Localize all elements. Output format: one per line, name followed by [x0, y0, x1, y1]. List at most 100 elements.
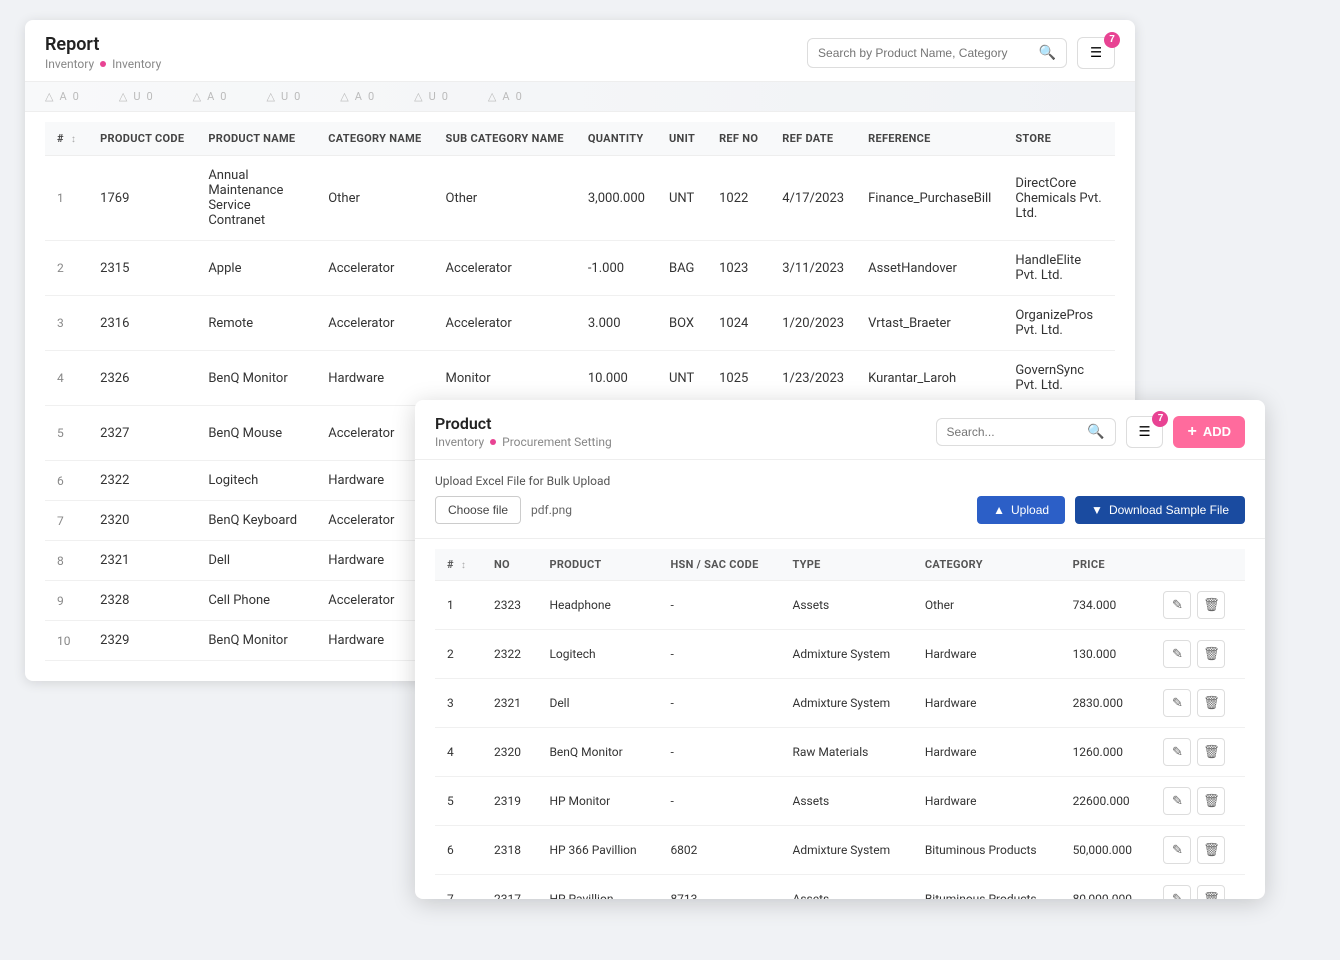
pcell-category: Bituminous Products [913, 875, 1061, 900]
pcell-actions: ✎ 🗑 [1151, 728, 1245, 777]
add-label: ADD [1203, 424, 1231, 439]
cell-store: OrganizePros Pvt. Ltd. [1003, 296, 1115, 351]
delete-icon[interactable]: 🗑 [1197, 738, 1225, 766]
cell-ref-date: 1/23/2023 [770, 351, 856, 406]
filter-icon: ☰ [1090, 45, 1102, 61]
add-product-button[interactable]: + ADD [1173, 416, 1245, 448]
cell-product-name: BenQ Mouse [196, 406, 316, 461]
cell-unit: BAG [657, 241, 707, 296]
product-search-input[interactable] [947, 425, 1082, 439]
pcell-price: 50,000.000 [1061, 826, 1152, 875]
report-header: Report Inventory Inventory 🔍 ☰ 7 [25, 20, 1135, 82]
cell-sub-category-name: Accelerator [434, 241, 576, 296]
product-breadcrumb: Inventory Procurement Setting [435, 435, 612, 449]
product-search-icon: 🔍 [1087, 424, 1104, 440]
product-header: Product Inventory Procurement Setting 🔍 … [415, 400, 1265, 460]
cell-product-code: 2320 [88, 501, 196, 541]
pcell-category: Hardware [913, 777, 1061, 826]
pcell-actions: ✎ 🗑 [1151, 581, 1245, 630]
product-table-row: 4 2320 BenQ Monitor - Raw Materials Hard… [435, 728, 1245, 777]
edit-icon[interactable]: ✎ [1163, 787, 1191, 815]
report-search-input[interactable] [818, 46, 1033, 60]
upload-button[interactable]: ▲ Upload [977, 496, 1065, 524]
report-table-header-row: # ↕ PRODUCT CODE PRODUCT NAME CATEGORY N… [45, 122, 1115, 156]
delete-icon[interactable]: 🗑 [1197, 836, 1225, 864]
pcell-category: Hardware [913, 630, 1061, 679]
pcell-category: Bituminous Products [913, 826, 1061, 875]
delete-icon[interactable]: 🗑 [1197, 885, 1225, 899]
pcol-product: PRODUCT [537, 549, 658, 581]
edit-icon[interactable]: ✎ [1163, 640, 1191, 668]
delete-icon[interactable]: 🗑 [1197, 591, 1225, 619]
product-header-left: Product Inventory Procurement Setting [435, 414, 612, 449]
delete-icon[interactable]: 🗑 [1197, 640, 1225, 668]
cell-num: 6 [45, 461, 88, 501]
report-filter-button[interactable]: ☰ 7 [1077, 37, 1115, 69]
deco-bar: △A 0 △U 0 △A 0 △U 0 △A 0 △U 0 △A 0 [25, 82, 1135, 112]
product-window: Product Inventory Procurement Setting 🔍 … [415, 400, 1265, 899]
pcell-actions: ✎ 🗑 [1151, 777, 1245, 826]
cell-num: 7 [45, 501, 88, 541]
download-sample-button[interactable]: ▼ Download Sample File [1075, 496, 1245, 524]
cell-product-name: Remote [196, 296, 316, 351]
pcell-hsn: 8713 [658, 875, 780, 900]
pcell-product: Headphone [537, 581, 658, 630]
cell-quantity: 10.000 [576, 351, 657, 406]
edit-icon[interactable]: ✎ [1163, 591, 1191, 619]
product-filter-icon: ☰ [1139, 424, 1151, 440]
cell-product-code: 1769 [88, 156, 196, 241]
search-icon: 🔍 [1039, 45, 1056, 61]
edit-icon[interactable]: ✎ [1163, 836, 1191, 864]
pcell-num: 5 [435, 777, 482, 826]
report-header-right: 🔍 ☰ 7 [807, 37, 1115, 69]
choose-file-button[interactable]: Choose file [435, 496, 521, 524]
cell-store: DirectCore Chemicals Pvt. Ltd. [1003, 156, 1115, 241]
pcell-product: HP Pavillion [537, 875, 658, 900]
cell-product-code: 2329 [88, 621, 196, 661]
report-header-left: Report Inventory Inventory [45, 34, 161, 71]
cell-num: 9 [45, 581, 88, 621]
pcell-no: 2320 [482, 728, 537, 777]
delete-icon[interactable]: 🗑 [1197, 689, 1225, 717]
edit-icon[interactable]: ✎ [1163, 738, 1191, 766]
report-search-bar[interactable]: 🔍 [807, 38, 1067, 68]
col-product-code: PRODUCT CODE [88, 122, 196, 156]
cell-unit: BOX [657, 296, 707, 351]
product-filter-button[interactable]: ☰ 7 [1126, 416, 1164, 448]
col-sub-category-name: SUB CATEGORY NAME [434, 122, 576, 156]
cell-sub-category-name: Monitor [434, 351, 576, 406]
pcell-hsn: - [658, 630, 780, 679]
pcell-no: 2319 [482, 777, 537, 826]
product-table: # ↕ NO PRODUCT HSN / SAC CODE TYPE CATEG… [435, 549, 1245, 899]
pcell-num: 7 [435, 875, 482, 900]
product-table-row: 2 2322 Logitech - Admixture System Hardw… [435, 630, 1245, 679]
download-label-text: Download Sample File [1109, 503, 1229, 517]
upload-actions: ▲ Upload ▼ Download Sample File [977, 496, 1245, 524]
edit-icon[interactable]: ✎ [1163, 689, 1191, 717]
pcell-num: 2 [435, 630, 482, 679]
deco-item-1: △A 0 [45, 90, 79, 103]
cell-ref-no: 1025 [707, 351, 770, 406]
report-filter-badge: 7 [1104, 32, 1120, 48]
pcell-type: Admixture System [780, 679, 912, 728]
cell-ref-no: 1022 [707, 156, 770, 241]
table-row: 1 1769 Annual Maintenance Service Contra… [45, 156, 1115, 241]
product-table-row: 7 2317 HP Pavillion 8713 Assets Bitumino… [435, 875, 1245, 900]
cell-num: 3 [45, 296, 88, 351]
product-search-bar[interactable]: 🔍 [936, 418, 1116, 446]
deco-item-4: △U 0 [266, 90, 300, 103]
cell-store: GovernSync Pvt. Ltd. [1003, 351, 1115, 406]
cell-num: 1 [45, 156, 88, 241]
deco-item-3: △A 0 [193, 90, 227, 103]
deco-item-2: △U 0 [119, 90, 153, 103]
cell-product-code: 2328 [88, 581, 196, 621]
edit-icon[interactable]: ✎ [1163, 885, 1191, 899]
pcell-no: 2321 [482, 679, 537, 728]
delete-icon[interactable]: 🗑 [1197, 787, 1225, 815]
pcol-no: NO [482, 549, 537, 581]
report-breadcrumb: Inventory Inventory [45, 57, 161, 71]
pcell-price: 1260.000 [1061, 728, 1152, 777]
deco-item-7: △A 0 [488, 90, 522, 103]
pcell-price: 734.000 [1061, 581, 1152, 630]
pcell-no: 2323 [482, 581, 537, 630]
